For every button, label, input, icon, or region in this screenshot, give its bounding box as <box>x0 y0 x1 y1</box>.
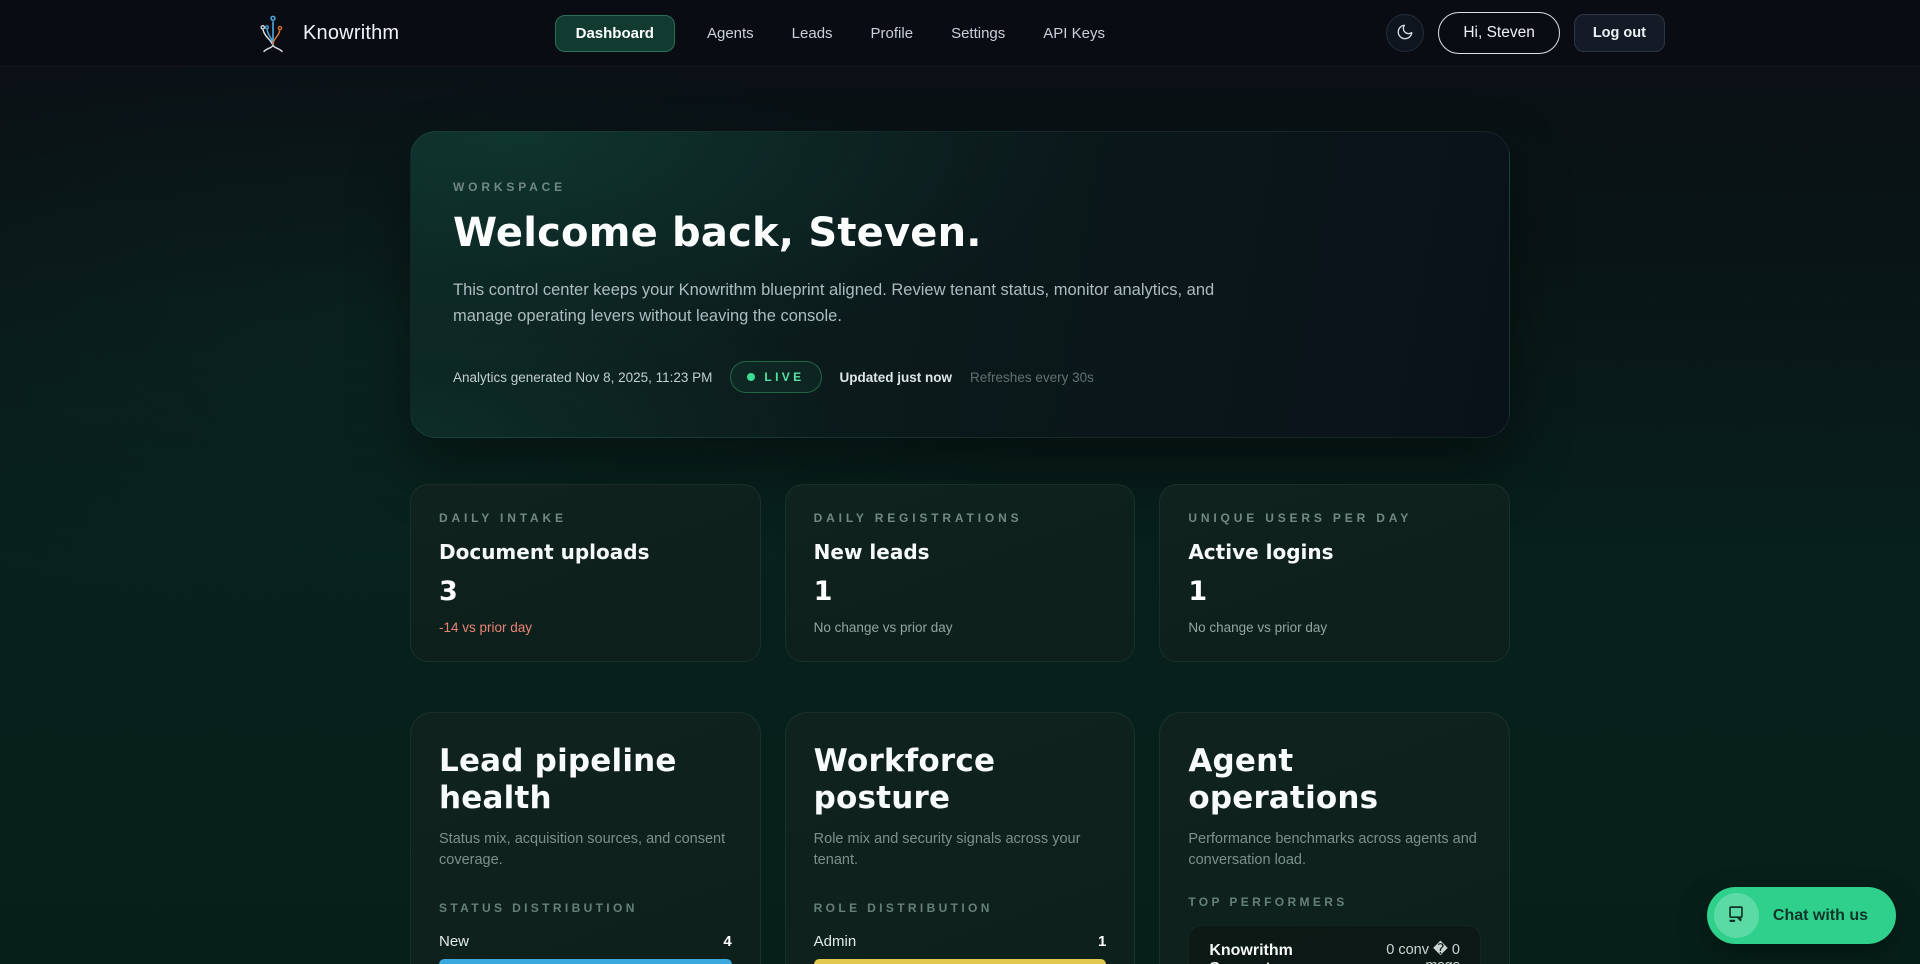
status-label: New <box>439 933 469 950</box>
updated-text: Updated just now <box>840 370 953 385</box>
chat-with-us-button[interactable]: Chat with us <box>1707 887 1896 944</box>
stat-card-document-uploads: DAILY INTAKE Document uploads 3 -14 vs p… <box>410 484 761 662</box>
panel-description: Status mix, acquisition sources, and con… <box>439 829 732 871</box>
status-row-new: New 4 <box>439 933 732 950</box>
role-label: Admin <box>814 933 857 950</box>
stat-eyebrow: DAILY INTAKE <box>439 511 732 525</box>
refresh-text: Refreshes every 30s <box>970 370 1094 385</box>
panel-description: Role mix and security signals across you… <box>814 829 1107 871</box>
logout-button[interactable]: Log out <box>1574 14 1665 52</box>
nav-item-agents[interactable]: Agents <box>701 15 760 52</box>
stat-value: 3 <box>439 576 732 607</box>
role-bar-fill <box>814 959 1107 964</box>
live-label: LIVE <box>764 370 804 384</box>
header-actions: Hi, Steven Log out <box>1386 12 1665 54</box>
performer-name: Knowrithm Support <box>1209 942 1352 964</box>
panels-row: Lead pipeline health Status mix, acquisi… <box>410 712 1510 964</box>
panel-description: Performance benchmarks across agents and… <box>1188 829 1481 871</box>
chat-bubble-icon <box>1725 903 1747 928</box>
nav-item-leads[interactable]: Leads <box>786 15 839 52</box>
panel-title: Agent operations <box>1188 743 1481 816</box>
stat-card-new-leads: DAILY REGISTRATIONS New leads 1 No chang… <box>785 484 1136 662</box>
status-value: 4 <box>723 933 731 950</box>
welcome-card: WORKSPACE Welcome back, Steven. This con… <box>410 131 1510 438</box>
welcome-title: Welcome back, Steven. <box>453 210 1467 256</box>
dashboard-content: WORKSPACE Welcome back, Steven. This con… <box>410 67 1510 964</box>
stats-row: DAILY INTAKE Document uploads 3 -14 vs p… <box>410 484 1510 662</box>
stat-title: Document uploads <box>439 540 732 564</box>
stat-card-active-logins: UNIQUE USERS PER DAY Active logins 1 No … <box>1159 484 1510 662</box>
stat-eyebrow: UNIQUE USERS PER DAY <box>1188 511 1481 525</box>
nav-item-profile[interactable]: Profile <box>865 15 920 52</box>
stat-value: 1 <box>814 576 1107 607</box>
top-performers-label: TOP PERFORMERS <box>1188 895 1481 909</box>
stat-delta: No change vs prior day <box>814 620 1107 635</box>
status-distribution-label: STATUS DISTRIBUTION <box>439 901 732 915</box>
welcome-description: This control center keeps your Knowrithm… <box>453 278 1253 329</box>
status-bar-fill <box>439 959 732 964</box>
lead-pipeline-health-panel: Lead pipeline health Status mix, acquisi… <box>410 712 761 964</box>
chat-label: Chat with us <box>1773 907 1868 925</box>
nav-item-api-keys[interactable]: API Keys <box>1037 15 1111 52</box>
stat-delta: -14 vs prior day <box>439 620 732 635</box>
nav-item-settings[interactable]: Settings <box>945 15 1011 52</box>
brand-name: Knowrithm <box>303 22 399 45</box>
live-dot-icon <box>747 373 755 381</box>
stat-title: New leads <box>814 540 1107 564</box>
analytics-meta-row: Analytics generated Nov 8, 2025, 11:23 P… <box>453 361 1467 393</box>
performer-stats: 0 conv � 0 msgs <box>1352 942 1460 964</box>
role-distribution-label: ROLE DISTRIBUTION <box>814 901 1107 915</box>
role-row-admin: Admin 1 <box>814 933 1107 950</box>
user-greeting-pill[interactable]: Hi, Steven <box>1438 12 1560 54</box>
analytics-generated-text: Analytics generated Nov 8, 2025, 11:23 P… <box>453 370 712 385</box>
panel-title: Workforce posture <box>814 743 1107 816</box>
role-value: 1 <box>1098 933 1106 950</box>
stat-value: 1 <box>1188 576 1481 607</box>
theme-toggle-button[interactable] <box>1386 14 1424 52</box>
chat-icon-circle <box>1714 893 1759 938</box>
moon-icon <box>1396 23 1414 44</box>
role-bar-track <box>814 959 1107 964</box>
stat-delta: No change vs prior day <box>1188 620 1481 635</box>
main-nav: Dashboard Agents Leads Profile Settings … <box>555 15 1111 52</box>
workspace-eyebrow: WORKSPACE <box>453 180 1467 194</box>
status-bar-track <box>439 959 732 964</box>
performer-card-knowrithm-support: Knowrithm Support Active 0 conv � 0 msgs… <box>1188 925 1481 964</box>
agent-operations-panel: Agent operations Performance benchmarks … <box>1159 712 1510 964</box>
stat-eyebrow: DAILY REGISTRATIONS <box>814 511 1107 525</box>
workforce-posture-panel: Workforce posture Role mix and security … <box>785 712 1136 964</box>
panel-title: Lead pipeline health <box>439 743 732 816</box>
brand[interactable]: Knowrithm <box>255 9 399 58</box>
stat-title: Active logins <box>1188 540 1481 564</box>
live-badge: LIVE <box>730 361 821 393</box>
top-navbar: Knowrithm Dashboard Agents Leads Profile… <box>0 0 1920 67</box>
nav-item-dashboard[interactable]: Dashboard <box>555 15 675 52</box>
knowrithm-logo-icon <box>255 9 291 58</box>
